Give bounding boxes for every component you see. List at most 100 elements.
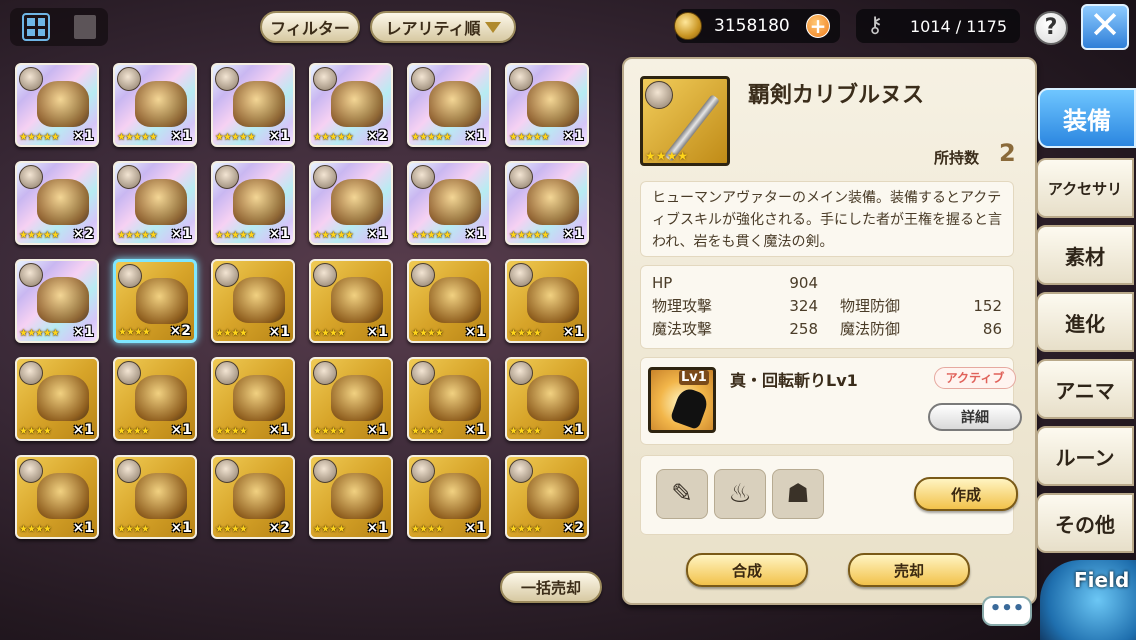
- bulk-sell-button[interactable]: 一括売却: [500, 571, 602, 603]
- item-slot[interactable]: ★★★★ ×1: [407, 259, 491, 343]
- field-button[interactable]: Field: [1040, 560, 1136, 640]
- item-slot[interactable]: ★★★★ ×1: [407, 357, 491, 441]
- item-art-icon: [527, 81, 579, 127]
- item-slot[interactable]: ★★★★★ ×1: [113, 63, 197, 147]
- item-slot[interactable]: ★★★★ ×1: [211, 357, 295, 441]
- sell-button[interactable]: 売却: [848, 553, 970, 587]
- item-art-icon: [135, 179, 187, 225]
- tab-accessory[interactable]: アクセサリ: [1036, 158, 1134, 218]
- item-slot[interactable]: ★★★★ ×1: [407, 455, 491, 539]
- item-slot[interactable]: ★★★★ ×1: [113, 455, 197, 539]
- item-slot[interactable]: ★★★★ ×1: [505, 259, 589, 343]
- item-stars: ★★★★★: [509, 230, 550, 241]
- demon-mask-icon[interactable]: ☗: [772, 469, 824, 519]
- help-label: ?: [1044, 15, 1058, 40]
- item-slot[interactable]: ★★★★★ ×1: [407, 63, 491, 147]
- item-slot[interactable]: ★★★★ ×1: [309, 259, 393, 343]
- gold-amount: 3158180: [714, 16, 790, 36]
- description-text: ヒューマンアヴァターのメイン装備。装備するとアクティブスキルが強化される。手にし…: [652, 190, 1002, 250]
- item-art-icon: [527, 179, 579, 225]
- item-slot[interactable]: ★★★★ ×2: [113, 259, 197, 343]
- item-slot[interactable]: ★★★★★ ×1: [15, 63, 99, 147]
- tab-equipment-label: 装備: [1063, 106, 1111, 135]
- sort-dropdown[interactable]: レアリティ順: [370, 11, 516, 43]
- item-stars: ★★★★★: [313, 230, 354, 241]
- item-art-icon: [527, 375, 579, 421]
- item-art-icon: [37, 179, 89, 225]
- tab-equipment[interactable]: 装備: [1038, 88, 1136, 148]
- item-slot[interactable]: ★★★★★ ×2: [309, 63, 393, 147]
- material-pouch-icon[interactable]: ♨: [714, 469, 766, 519]
- item-slot[interactable]: ★★★★ ×1: [505, 357, 589, 441]
- skill-detail-button[interactable]: 詳細: [928, 403, 1022, 431]
- item-slot[interactable]: ★★★★★ ×1: [113, 161, 197, 245]
- tab-other[interactable]: その他: [1036, 493, 1134, 553]
- item-slot[interactable]: ★★★★ ×1: [211, 259, 295, 343]
- item-count: ×1: [562, 128, 584, 144]
- craft-button[interactable]: 作成: [914, 477, 1018, 511]
- item-count: ×1: [170, 422, 192, 438]
- tab-rune[interactable]: ルーン: [1036, 426, 1134, 486]
- skill-level-badge: Lv1: [679, 370, 709, 385]
- item-stars: ★★★★: [509, 328, 542, 339]
- item-art-icon: [233, 81, 285, 127]
- character-portrait: [215, 263, 239, 287]
- tab-anima[interactable]: アニマ: [1036, 359, 1134, 419]
- help-button[interactable]: ?: [1034, 11, 1068, 45]
- item-art-icon: [233, 179, 285, 225]
- item-slot[interactable]: ★★★★★ ×1: [211, 161, 295, 245]
- tab-evolution[interactable]: 進化: [1036, 292, 1134, 352]
- item-stars: ★★★★: [215, 524, 248, 535]
- item-slot[interactable]: ★★★★ ×1: [309, 455, 393, 539]
- item-count: ×1: [562, 422, 584, 438]
- item-slot[interactable]: ★★★★★ ×1: [505, 63, 589, 147]
- character-portrait: [509, 263, 533, 287]
- item-art-icon: [233, 375, 285, 421]
- filter-button[interactable]: フィルター: [260, 11, 360, 43]
- item-slot[interactable]: ★★★★ ×2: [505, 455, 589, 539]
- add-gold-button[interactable]: +: [806, 14, 830, 38]
- grid-view-icon[interactable]: [22, 13, 50, 41]
- close-button[interactable]: ✕: [1081, 4, 1129, 50]
- item-stars: ★★★★: [509, 426, 542, 437]
- tab-rune-label: ルーン: [1055, 445, 1115, 470]
- matk-label: 魔法攻撃: [652, 320, 713, 338]
- item-count: ×1: [268, 226, 290, 242]
- character-portrait: [215, 361, 239, 385]
- item-slot[interactable]: ★★★★ ×1: [113, 357, 197, 441]
- item-slot[interactable]: ★★★★ ×2: [211, 455, 295, 539]
- fuse-button[interactable]: 合成: [686, 553, 808, 587]
- item-art-icon: [233, 473, 285, 519]
- item-stars: ★★★★: [313, 426, 346, 437]
- craft-section: ✎ ♨ ☗ 作成: [640, 455, 1018, 535]
- item-slot[interactable]: ★★★★★ ×2: [15, 161, 99, 245]
- chat-button[interactable]: •••: [982, 596, 1032, 626]
- hp-label: HP: [652, 273, 673, 292]
- item-art-icon: [331, 375, 383, 421]
- item-stars: ★★★★: [19, 426, 52, 437]
- item-count: ×1: [72, 324, 94, 340]
- recipe-scroll-icon[interactable]: ✎: [656, 469, 708, 519]
- item-count: ×1: [268, 324, 290, 340]
- item-slot[interactable]: ★★★★ ×1: [15, 455, 99, 539]
- item-stars: ★★★★: [411, 328, 444, 339]
- item-count: ×1: [72, 422, 94, 438]
- item-art-icon: [429, 277, 481, 323]
- item-slot[interactable]: ★★★★★ ×1: [407, 161, 491, 245]
- item-stars: ★★★★★: [411, 132, 452, 143]
- item-slot[interactable]: ★★★★ ×1: [15, 357, 99, 441]
- character-portrait: [411, 361, 435, 385]
- caret-down-icon: [484, 21, 501, 33]
- item-stars: ★★★★: [645, 149, 689, 163]
- item-slot[interactable]: ★★★★★ ×1: [309, 161, 393, 245]
- item-slot[interactable]: ★★★★★ ×1: [211, 63, 295, 147]
- item-slot[interactable]: ★★★★★ ×1: [505, 161, 589, 245]
- tab-materials[interactable]: 素材: [1036, 225, 1134, 285]
- item-count: ×1: [464, 520, 486, 536]
- chat-icon: •••: [989, 598, 1025, 619]
- list-view-icon[interactable]: [74, 15, 96, 39]
- item-stars: ★★★★: [411, 524, 444, 535]
- item-slot[interactable]: ★★★★★ ×1: [15, 259, 99, 343]
- item-slot[interactable]: ★★★★ ×1: [309, 357, 393, 441]
- item-stars: ★★★★★: [19, 230, 60, 241]
